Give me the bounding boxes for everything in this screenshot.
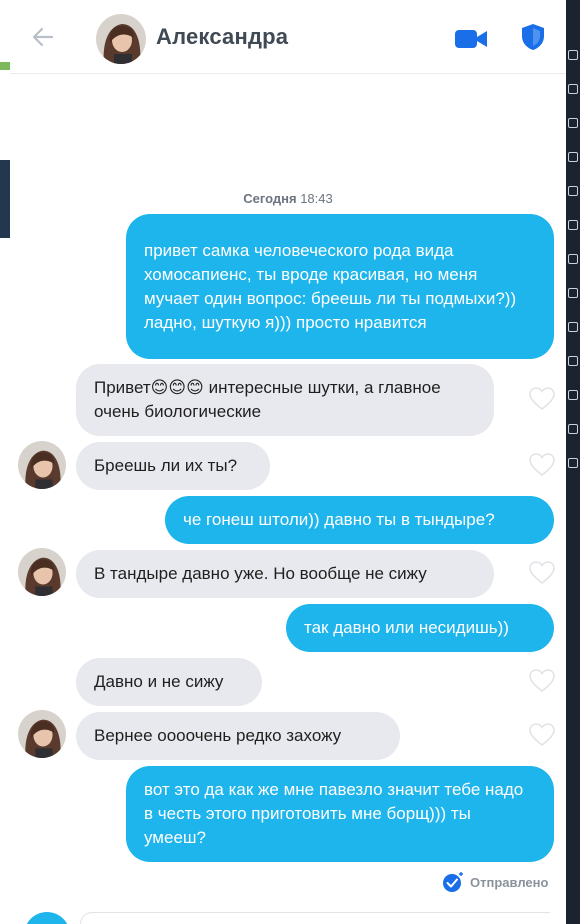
avatar[interactable] (96, 14, 146, 64)
message-text: Привет😊😊😊 интересные шутки, а главное оч… (94, 378, 441, 421)
message-text: В тандыре давно уже. Но вообще не сижу (94, 564, 427, 583)
message-text: Бреешь ли их ты? (94, 456, 238, 475)
timestamp-day: Сегодня (243, 191, 297, 206)
timestamp-time: 18:43 (300, 191, 333, 206)
message-input[interactable] (80, 912, 550, 924)
heart-icon[interactable] (529, 561, 555, 585)
avatar[interactable] (18, 441, 66, 489)
message-outgoing[interactable]: че гонеш штоли)) давно ты в тындыре? (165, 496, 554, 544)
message-outgoing[interactable]: привет самка человеческого рода вида хом… (126, 214, 554, 359)
heart-icon[interactable] (529, 723, 555, 747)
message-incoming[interactable]: Привет😊😊😊 интересные шутки, а главное оч… (76, 364, 494, 436)
message-incoming[interactable]: Давно и не сижу (76, 658, 262, 706)
message-incoming[interactable]: Вернее оооочень редко захожу (76, 712, 400, 760)
message-outgoing[interactable]: вот это да как же мне павезло значит теб… (126, 766, 554, 862)
message-text: вот это да как же мне павезло значит теб… (144, 780, 524, 847)
heart-icon[interactable] (529, 453, 555, 477)
message-text: Давно и не сижу (94, 672, 224, 691)
heart-icon[interactable] (529, 669, 555, 693)
input-action-button[interactable] (24, 912, 70, 924)
arrow-left-icon[interactable] (30, 24, 56, 50)
message-text: так давно или несидишь)) (304, 618, 509, 637)
avatar[interactable] (18, 548, 66, 596)
sent-status: Отправлено (442, 871, 548, 893)
heart-icon[interactable] (529, 387, 555, 411)
background-window-edge (0, 0, 10, 924)
chat-header: Александра (10, 0, 566, 74)
message-incoming[interactable]: В тандыре давно уже. Но вообще не сижу (76, 550, 494, 598)
avatar[interactable] (18, 710, 66, 758)
message-outgoing[interactable]: так давно или несидишь)) (286, 604, 554, 652)
chat-window: Александра Сегодня 18:43 привет самка че… (10, 0, 566, 924)
chat-timestamp: Сегодня 18:43 (10, 191, 566, 206)
message-list: Сегодня 18:43 привет самка человеческого… (10, 74, 566, 924)
contact-name[interactable]: Александра (156, 24, 288, 50)
check-circle-icon (443, 872, 463, 892)
message-text: че гонеш штоли)) давно ты в тындыре? (183, 510, 495, 529)
video-camera-icon[interactable] (454, 28, 488, 50)
taskbar-edge (566, 0, 580, 924)
shield-icon[interactable] (521, 23, 545, 51)
message-text: Вернее оооочень редко захожу (94, 726, 342, 745)
sent-status-label: Отправлено (470, 874, 549, 890)
message-text: привет самка человеческого рода вида хом… (144, 240, 517, 332)
message-incoming[interactable]: Бреешь ли их ты? (76, 442, 270, 490)
